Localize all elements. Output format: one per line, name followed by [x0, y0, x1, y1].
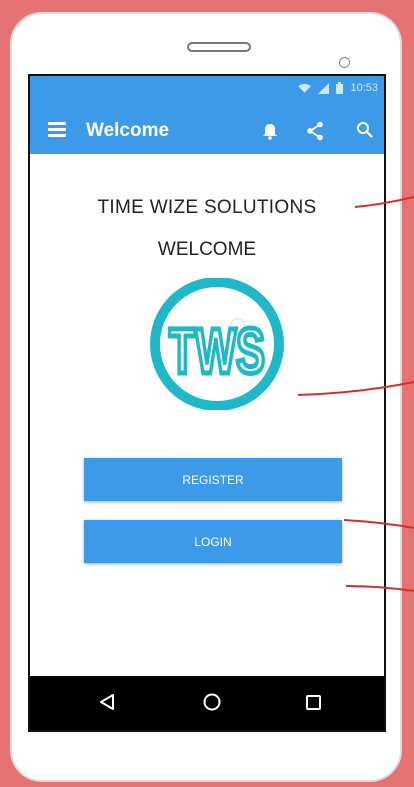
register-button[interactable]: REGISTER [84, 458, 342, 501]
share-icon[interactable] [306, 121, 324, 141]
page-title: Welcome [86, 120, 170, 141]
recent-apps-icon[interactable] [306, 695, 321, 710]
home-icon[interactable] [203, 693, 221, 711]
menu-icon[interactable] [48, 122, 66, 138]
logo-text: TWS [169, 315, 265, 387]
status-bar: 10:53 [30, 76, 384, 108]
login-button[interactable]: LOGIN [84, 520, 342, 563]
signal-icon [318, 82, 330, 94]
battery-icon [336, 82, 344, 94]
search-icon[interactable] [356, 121, 374, 139]
wifi-icon [298, 83, 312, 93]
bell-icon[interactable] [262, 123, 278, 140]
welcome-heading: WELCOME [157, 239, 257, 260]
phone-screen: 10:53 Welcome TIME WIZE SOLUTIONS WELCOM… [28, 74, 386, 732]
phone-camera [339, 57, 350, 68]
status-time: 10:53 [350, 82, 378, 94]
tws-logo: TWS [150, 278, 284, 410]
back-icon[interactable] [99, 693, 115, 711]
company-name: TIME WIZE SOLUTIONS [97, 197, 317, 218]
navigation-bar [30, 676, 384, 730]
phone-speaker [187, 42, 251, 52]
app-bar: Welcome [30, 108, 384, 154]
